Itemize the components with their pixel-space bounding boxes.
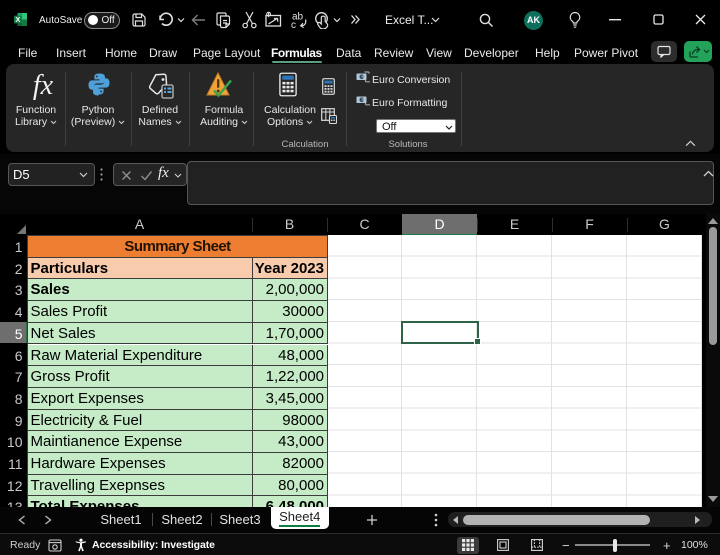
- svg-text:c: c: [291, 20, 296, 29]
- svg-text:X: X: [15, 15, 20, 24]
- svg-text:€: €: [360, 97, 364, 104]
- svg-text:€: €: [360, 74, 364, 81]
